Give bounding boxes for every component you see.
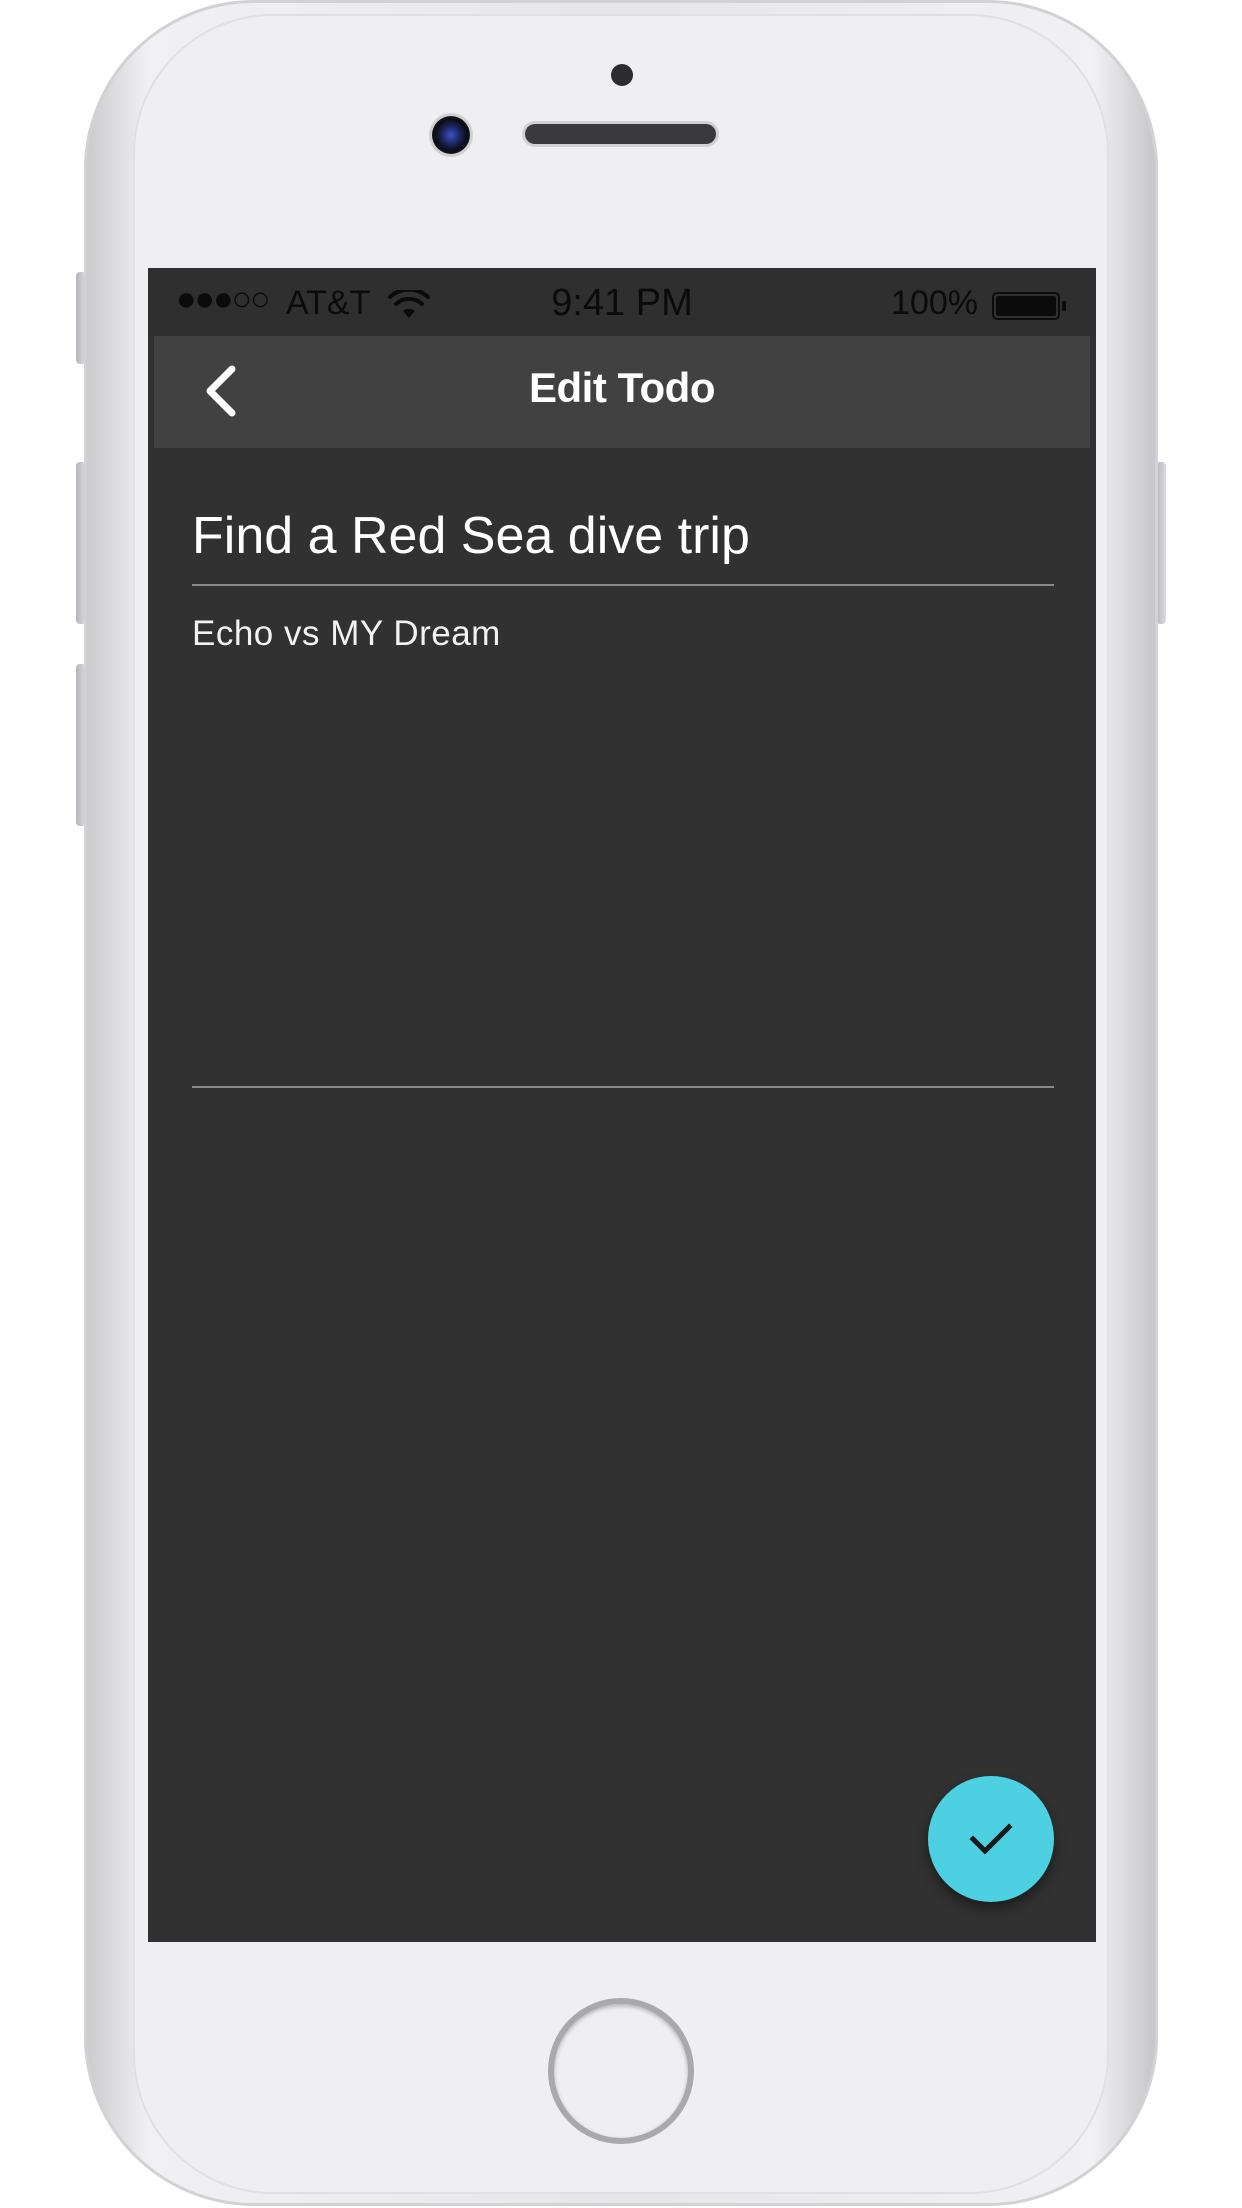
save-fab-button[interactable] — [928, 1776, 1054, 1902]
todo-title-input[interactable]: Find a Red Sea dive trip — [192, 490, 1054, 586]
battery-fill — [996, 296, 1056, 316]
earpiece-speaker — [525, 124, 716, 144]
battery-icon — [992, 292, 1066, 320]
todo-title-value: Find a Red Sea dive trip — [192, 507, 750, 565]
app-screen: ●●●○○ AT&T 9:41 PM 100% Edit Todo Find a — [148, 268, 1096, 1942]
todo-notes-textarea[interactable]: Echo vs MY Dream — [192, 586, 1054, 1088]
app-bar: Edit Todo — [154, 336, 1090, 448]
home-button — [548, 1998, 694, 2144]
proximity-sensor — [611, 64, 633, 86]
todo-notes-value: Echo vs MY Dream — [192, 614, 501, 653]
check-icon — [969, 1823, 1013, 1855]
device-mockup: ●●●○○ AT&T 9:41 PM 100% Edit Todo Find a — [0, 0, 1242, 2208]
page-title: Edit Todo — [529, 364, 716, 411]
front-camera — [432, 116, 470, 154]
status-bar: ●●●○○ AT&T 9:41 PM 100% — [148, 268, 1096, 336]
battery-percent: 100% — [891, 284, 978, 322]
